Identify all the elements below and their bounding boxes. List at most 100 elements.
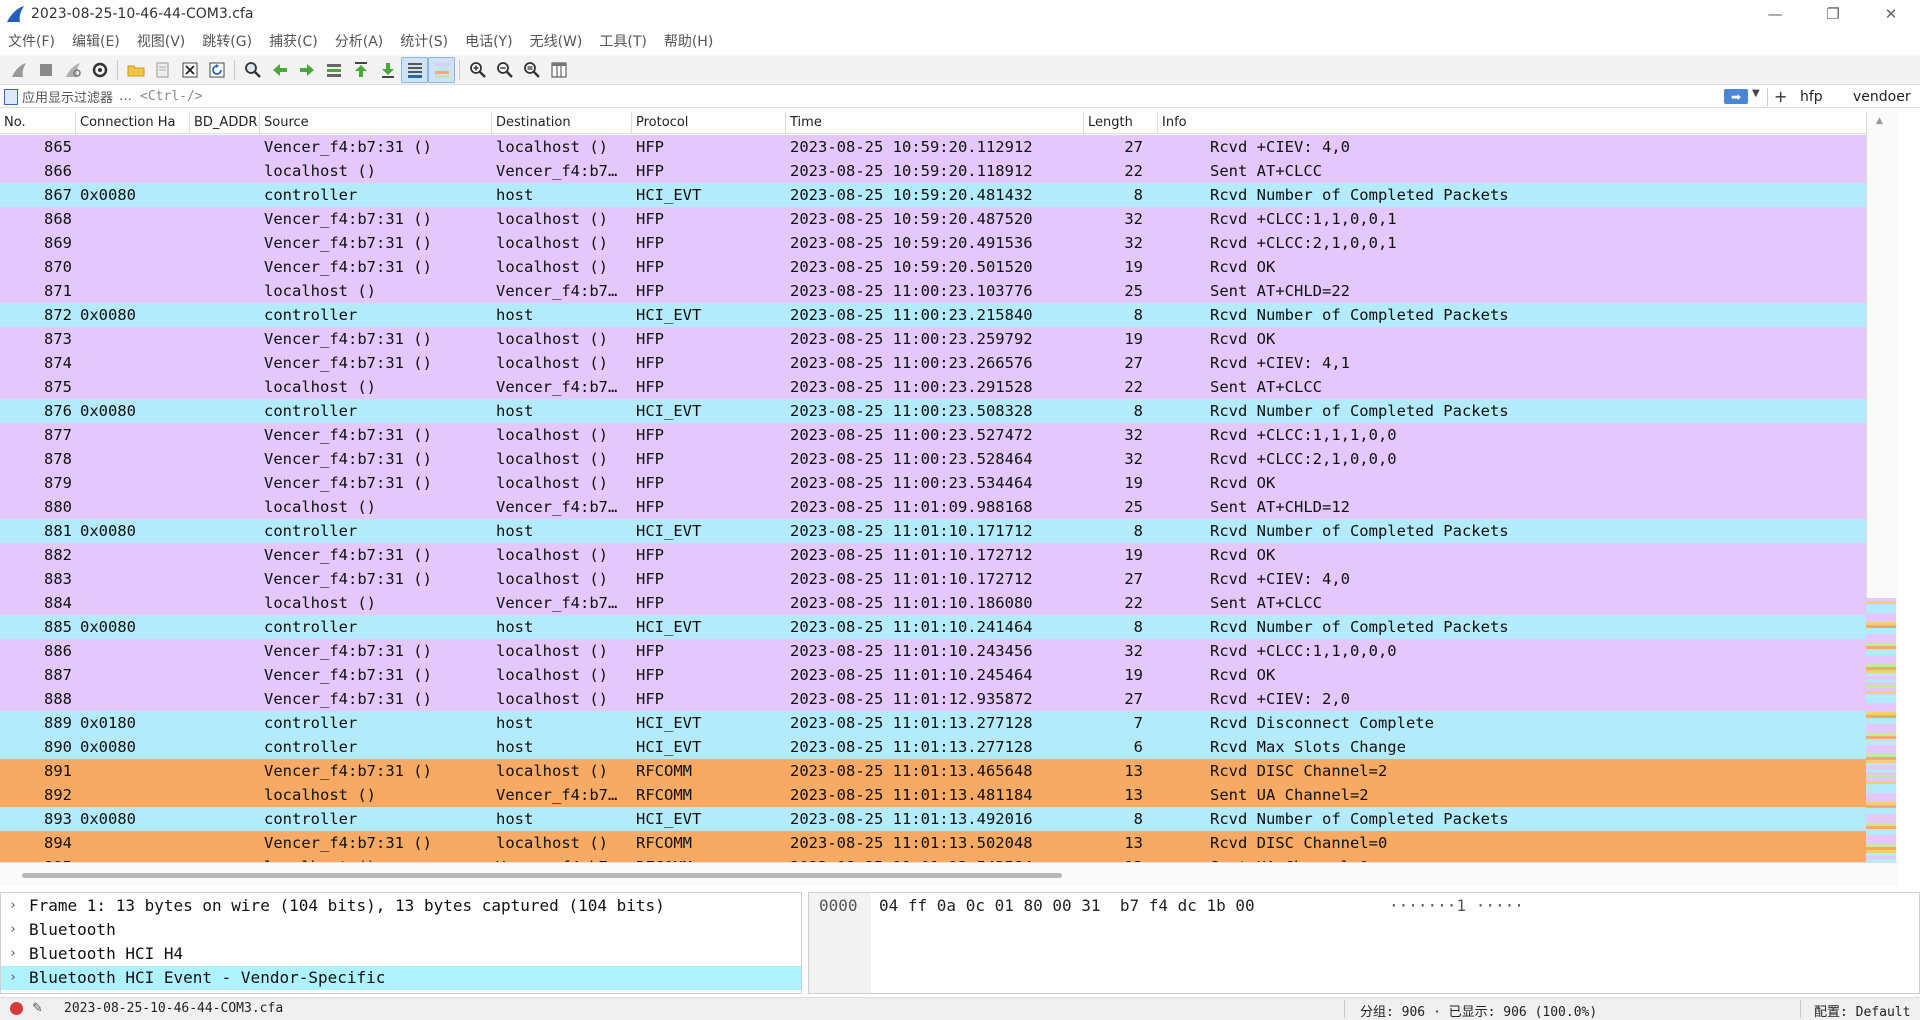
table-row[interactable]: 869 Vencer_f4:b7:31 () localhost () HFP 2023… — [0, 231, 1866, 255]
table-row[interactable]: 879 Vencer_f4:b7:31 () localhost () HFP 2023… — [0, 471, 1866, 495]
table-row[interactable]: 884 localhost () Vencer_f4:b7… HFP 2023-08-2… — [0, 591, 1866, 615]
apply-filter-button[interactable]: ➡ — [1724, 89, 1748, 104]
table-row[interactable]: 894 Vencer_f4:b7:31 () localhost () RFCOMM 2… — [0, 831, 1866, 855]
menu-wireless[interactable]: 无线(W) — [522, 31, 592, 51]
column-connection-handle[interactable]: Connection Ha — [76, 112, 190, 134]
table-row[interactable]: 890 0x0080 controller host HCI_EVT 2023-08-25… — [0, 735, 1866, 759]
menu-telephony[interactable]: 电话(Y) — [457, 31, 521, 51]
table-row[interactable]: 878 Vencer_f4:b7:31 () localhost () HFP 2023… — [0, 447, 1866, 471]
table-row[interactable]: 872 0x0080 controller host HCI_EVT 2023-08-25… — [0, 303, 1866, 327]
close-button[interactable]: ✕ — [1862, 0, 1920, 28]
menu-file[interactable]: 文件(F) — [0, 31, 64, 51]
close-file-button[interactable] — [176, 57, 203, 83]
normal-size-button[interactable] — [518, 57, 545, 83]
column-source[interactable]: Source — [260, 112, 492, 134]
table-row[interactable]: 874 Vencer_f4:b7:31 () localhost () HFP 2023… — [0, 351, 1866, 375]
detail-hci-event[interactable]: › Bluetooth HCI Event - Vendor-Specific — [1, 966, 801, 990]
table-row[interactable]: 881 0x0080 controller host HCI_EVT 2023-08-25… — [0, 519, 1866, 543]
start-capture-button[interactable] — [5, 57, 32, 83]
capture-options-button[interactable] — [86, 57, 113, 83]
zoom-out-button[interactable] — [491, 57, 518, 83]
hex-ascii[interactable]: ·······1 ····· — [1389, 894, 1524, 918]
menu-go[interactable]: 跳转(G) — [194, 31, 261, 51]
status-profile[interactable]: 配置: Default — [1814, 1001, 1910, 1020]
last-packet-button[interactable] — [374, 57, 401, 83]
table-row[interactable]: 871 localhost () Vencer_f4:b7… HFP 2023-08-2… — [0, 279, 1866, 303]
hex-bytes[interactable]: 04 ff 0a 0c 01 80 00 31 b7 f4 dc 1b 00 — [879, 894, 1255, 918]
go-forward-button[interactable] — [293, 57, 320, 83]
filter-history-dropdown[interactable]: ▼ — [1752, 88, 1760, 99]
chevron-right-icon[interactable]: › — [9, 894, 17, 918]
first-packet-button[interactable] — [347, 57, 374, 83]
column-length[interactable]: Length — [1084, 112, 1158, 134]
packet-number: 890 — [44, 738, 72, 756]
maximize-button[interactable]: ❐ — [1804, 0, 1862, 28]
save-file-button[interactable] — [149, 57, 176, 83]
menu-help[interactable]: 帮助(H) — [656, 31, 722, 51]
menu-statistics[interactable]: 统计(S) — [392, 31, 457, 51]
table-row[interactable]: 887 Vencer_f4:b7:31 () localhost () HFP 2023… — [0, 663, 1866, 687]
table-row[interactable]: 888 Vencer_f4:b7:31 () localhost () HFP 2023… — [0, 687, 1866, 711]
open-file-button[interactable] — [122, 57, 149, 83]
packet-length: 8 — [1133, 522, 1143, 540]
column-no[interactable]: No. — [0, 112, 76, 134]
column-bd-addr[interactable]: BD_ADDR — [190, 112, 260, 134]
stop-capture-button[interactable] — [32, 57, 59, 83]
column-info[interactable]: Info — [1158, 112, 1866, 134]
zoom-in-button[interactable] — [464, 57, 491, 83]
table-row[interactable]: 886 Vencer_f4:b7:31 () localhost () HFP 2023… — [0, 639, 1866, 663]
reload-file-button[interactable] — [203, 57, 230, 83]
table-row[interactable]: 889 0x0180 controller host HCI_EVT 2023-08-25… — [0, 711, 1866, 735]
table-row[interactable]: 873 Vencer_f4:b7:31 () localhost () HFP 2023… — [0, 327, 1866, 351]
table-row[interactable]: 870 Vencer_f4:b7:31 () localhost () HFP 2023… — [0, 255, 1866, 279]
colorize-button[interactable] — [428, 56, 455, 83]
table-row[interactable]: 865 Vencer_f4:b7:31 () localhost () HFP 2023… — [0, 135, 1866, 159]
table-row[interactable]: 895 localhost () Vencer_f4:b7… RFCOMM 2023-0… — [0, 855, 1866, 862]
column-destination[interactable]: Destination — [492, 112, 632, 134]
menu-tools[interactable]: 工具(T) — [591, 31, 655, 51]
restart-capture-button[interactable] — [59, 57, 86, 83]
filter-button-vendoer[interactable]: vendoer — [1853, 89, 1911, 105]
chevron-right-icon[interactable]: › — [9, 918, 17, 942]
autoscroll-button[interactable] — [401, 56, 428, 83]
table-row[interactable]: 880 localhost () Vencer_f4:b7… HFP 2023-08-2… — [0, 495, 1866, 519]
table-row[interactable]: 883 Vencer_f4:b7:31 () localhost () HFP 2023… — [0, 567, 1866, 591]
menu-view[interactable]: 视图(V) — [129, 31, 195, 51]
add-filter-button[interactable]: + — [1774, 87, 1787, 106]
table-row[interactable]: 867 0x0080 controller host HCI_EVT 2023-08-25… — [0, 183, 1866, 207]
hscroll-thumb[interactable] — [22, 873, 1062, 878]
table-row[interactable]: 893 0x0080 controller host HCI_EVT 2023-08-25… — [0, 807, 1866, 831]
column-protocol[interactable]: Protocol — [632, 112, 786, 134]
table-row[interactable]: 875 localhost () Vencer_f4:b7… HFP 2023-08-2… — [0, 375, 1866, 399]
table-row[interactable]: 892 localhost () Vencer_f4:b7… RFCOMM 2023-0… — [0, 783, 1866, 807]
table-row[interactable]: 885 0x0080 controller host HCI_EVT 2023-08-25… — [0, 615, 1866, 639]
menu-analyze[interactable]: 分析(A) — [327, 31, 393, 51]
filter-button-hfp[interactable]: hfp — [1800, 89, 1823, 105]
table-row[interactable]: 868 Vencer_f4:b7:31 () localhost () HFP 2023… — [0, 207, 1866, 231]
packet-list-hscrollbar[interactable] — [0, 862, 1898, 886]
detail-frame[interactable]: › Frame 1: 13 bytes on wire (104 bits), … — [1, 894, 801, 918]
table-row[interactable]: 866 localhost () Vencer_f4:b7… HFP 2023-08-2… — [0, 159, 1866, 183]
menu-edit[interactable]: 编辑(E) — [64, 31, 129, 51]
edit-comment-icon[interactable]: ✎ — [32, 1001, 43, 1016]
filter-more-icon[interactable]: … — [119, 89, 132, 104]
detail-hci-h4[interactable]: › Bluetooth HCI H4 — [1, 942, 801, 966]
capture-status-icon[interactable] — [10, 1002, 23, 1015]
chevron-right-icon[interactable]: › — [9, 966, 17, 990]
bookmark-icon[interactable] — [4, 88, 18, 105]
go-back-button[interactable] — [266, 57, 293, 83]
menu-capture[interactable]: 捕获(C) — [261, 31, 327, 51]
go-to-packet-button[interactable] — [320, 57, 347, 83]
resize-columns-button[interactable] — [545, 57, 572, 83]
display-filter-input[interactable]: 应用显示过滤器 — [22, 87, 113, 106]
chevron-right-icon[interactable]: › — [9, 942, 17, 966]
minimize-button[interactable]: — — [1746, 0, 1804, 28]
table-row[interactable]: 877 Vencer_f4:b7:31 () localhost () HFP 2023… — [0, 423, 1866, 447]
detail-bluetooth[interactable]: › Bluetooth — [1, 918, 801, 942]
column-time[interactable]: Time — [786, 112, 1084, 134]
table-row[interactable]: 876 0x0080 controller host HCI_EVT 2023-08-25… — [0, 399, 1866, 423]
scroll-up-icon[interactable]: ▲ — [1876, 116, 1884, 126]
table-row[interactable]: 882 Vencer_f4:b7:31 () localhost () HFP 2023… — [0, 543, 1866, 567]
find-packet-button[interactable] — [239, 57, 266, 83]
table-row[interactable]: 891 Vencer_f4:b7:31 () localhost () RFCOMM 2… — [0, 759, 1866, 783]
